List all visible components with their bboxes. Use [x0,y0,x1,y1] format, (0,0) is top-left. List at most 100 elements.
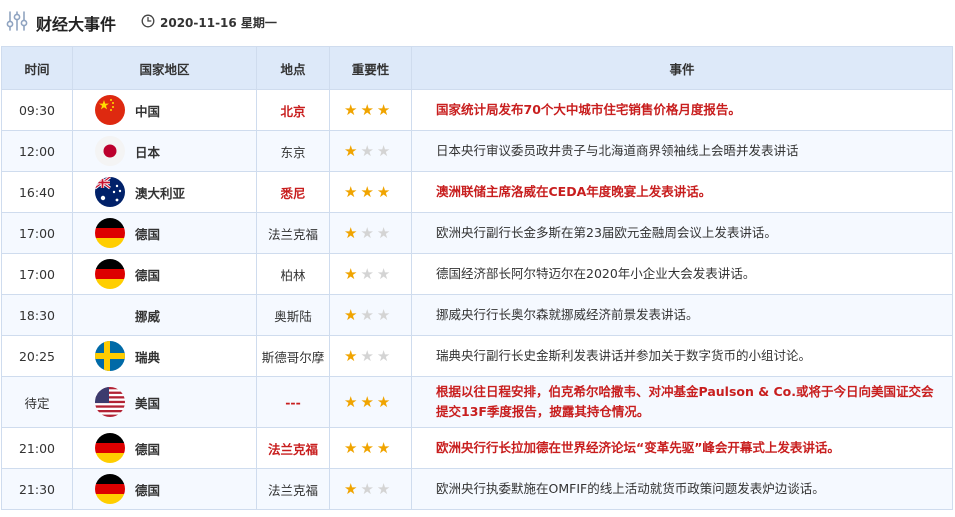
column-header-event: 事件 [411,46,953,90]
star-icon: ★ [376,100,391,119]
cell-importance: ★ ★ ★ [329,253,412,295]
table-row[interactable]: 20:25 瑞典 斯德哥尔摩 ★ ★ ★ 瑞典央行副行长史金斯利发表讲话并参加关于数… [1,335,953,377]
star-icon: ★ [344,305,358,324]
table-row[interactable]: 09:30 中国 北京 ★ ★ ★ 国家统计局发布70个大中城市住宅销售价格月度报告… [1,89,953,131]
star-icon: ★ [360,141,374,160]
column-header-importance: 重要性 [329,46,412,90]
cell-time: 09:30 [1,89,73,131]
cell-importance: ★ ★ ★ [329,335,412,377]
table-row[interactable]: 18:30 挪威 奥斯陆 ★ ★ ★ 挪威央行行长奥尔森就挪威经济前景发表讲话。 [1,294,953,336]
cell-place: --- [256,376,330,428]
star-icon: ★ [376,438,391,457]
cell-importance: ★ ★ ★ [329,427,412,469]
cell-place: 奥斯陆 [256,294,330,336]
flag-japan-icon [95,136,125,166]
cell-country: 德国 [72,212,257,254]
country-name: 澳大利亚 [135,185,186,201]
cell-time: 18:30 [1,294,73,336]
cell-country: 日本 [72,130,257,172]
cell-country: 澳大利亚 [72,171,257,213]
cell-country: 德国 [72,468,257,510]
cell-importance: ★ ★ ★ [329,130,412,172]
cell-country: 挪威 [72,294,257,336]
cell-time: 20:25 [1,335,73,377]
country-name: 德国 [135,226,161,242]
star-icon: ★ [344,223,358,242]
cell-time: 21:30 [1,468,73,510]
column-header-time: 时间 [1,46,73,90]
cell-event: 日本央行审议委员政井贵子与北海道商界领袖线上会晤并发表讲话 [411,130,953,172]
flag-germany-icon [95,474,125,504]
table-row[interactable]: 17:00 德国 法兰克福 ★ ★ ★ 欧洲央行副行长金多斯在第23届欧元金融周会议… [1,212,953,254]
flag-germany-icon [95,218,125,248]
cell-importance: ★ ★ ★ [329,171,412,213]
cell-place: 法兰克福 [256,212,330,254]
star-icon: ★ [344,392,358,411]
cell-place: 法兰克福 [256,468,330,510]
column-header-country: 国家地区 [72,46,257,90]
table-header-row: 时间 国家地区 地点 重要性 事件 [1,46,953,90]
table-row[interactable]: 16:40 澳大利亚 悉尼 ★ ★ ★ 澳洲联储主席洛威在CEDA年度晚宴上发表讲话… [1,171,953,213]
cell-event: 欧洲央行行长拉加德在世界经济论坛“变革先驱”峰会开幕式上发表讲话。 [411,427,953,469]
star-icon: ★ [360,182,374,201]
star-icon: ★ [360,438,374,457]
star-icon: ★ [344,479,358,498]
country-name: 德国 [135,441,161,457]
cell-event: 国家统计局发布70个大中城市住宅销售价格月度报告。 [411,89,953,131]
star-icon: ★ [360,264,374,283]
equalizer-sliders-icon [6,11,28,31]
flag-sweden-icon [95,341,125,371]
star-icon: ★ [344,264,358,283]
flag-germany-icon [95,259,125,289]
table-row[interactable]: 17:00 德国 柏林 ★ ★ ★ 德国经济部长阿尔特迈尔在2020年小企业大会发表… [1,253,953,295]
star-icon: ★ [360,223,374,242]
star-icon: ★ [360,479,374,498]
cell-event: 德国经济部长阿尔特迈尔在2020年小企业大会发表讲话。 [411,253,953,295]
table-row[interactable]: 12:00 日本 东京 ★ ★ ★ 日本央行审议委员政井贵子与北海道商界领袖线上会晤… [1,130,953,172]
column-header-place: 地点 [256,46,330,90]
country-name: 中国 [135,103,161,119]
flag-germany-icon [95,433,125,463]
cell-time: 17:00 [1,212,73,254]
cell-importance: ★ ★ ★ [329,89,412,131]
events-table: 时间 国家地区 地点 重要性 事件 09:30 中国 北京 ★ ★ ★ 国家统计局发… [1,46,953,510]
country-name: 挪威 [135,308,161,324]
star-icon: ★ [344,141,358,160]
table-row[interactable]: 21:30 德国 法兰克福 ★ ★ ★ 欧洲央行执委默施在OMFIF的线上活动就货币… [1,468,953,510]
country-name: 日本 [135,144,161,160]
cell-importance: ★ ★ ★ [329,212,412,254]
cell-country: 德国 [72,427,257,469]
cell-place: 东京 [256,130,330,172]
star-icon: ★ [376,479,391,498]
cell-country: 瑞典 [72,335,257,377]
star-icon: ★ [376,346,391,365]
cell-country: 美国 [72,376,257,428]
star-icon: ★ [376,223,391,242]
cell-event: 欧洲央行副行长金多斯在第23届欧元金融周会议上发表讲话。 [411,212,953,254]
star-icon: ★ [376,392,391,411]
cell-place: 柏林 [256,253,330,295]
country-name: 美国 [135,395,161,411]
star-icon: ★ [344,100,358,119]
star-icon: ★ [360,346,374,365]
cell-importance: ★ ★ ★ [329,376,412,428]
cell-event: 澳洲联储主席洛威在CEDA年度晚宴上发表讲话。 [411,171,953,213]
table-row[interactable]: 21:00 德国 法兰克福 ★ ★ ★ 欧洲央行行长拉加德在世界经济论坛“变革先驱”… [1,427,953,469]
star-icon: ★ [376,182,391,201]
events-table-body: 09:30 中国 北京 ★ ★ ★ 国家统计局发布70个大中城市住宅销售价格月度报告… [1,89,953,510]
country-name: 德国 [135,267,161,283]
star-icon: ★ [344,182,358,201]
page-title: 财经大事件 [36,15,117,34]
cell-place: 悉尼 [256,171,330,213]
cell-event: 瑞典央行副行长史金斯利发表讲话并参加关于数字货币的小组讨论。 [411,335,953,377]
page-header: 财经大事件 2020-11-16 星期一 [0,0,955,42]
cell-importance: ★ ★ ★ [329,294,412,336]
cell-time: 21:00 [1,427,73,469]
star-icon: ★ [376,264,391,283]
cell-time: 待定 [1,376,73,428]
star-icon: ★ [376,305,391,324]
cell-time: 17:00 [1,253,73,295]
cell-importance: ★ ★ ★ [329,468,412,510]
table-row[interactable]: 待定 美国 --- ★ ★ ★ 根据以往日程安排，伯克希尔哈撒韦、对冲基金Pauls… [1,376,953,428]
cell-time: 16:40 [1,171,73,213]
